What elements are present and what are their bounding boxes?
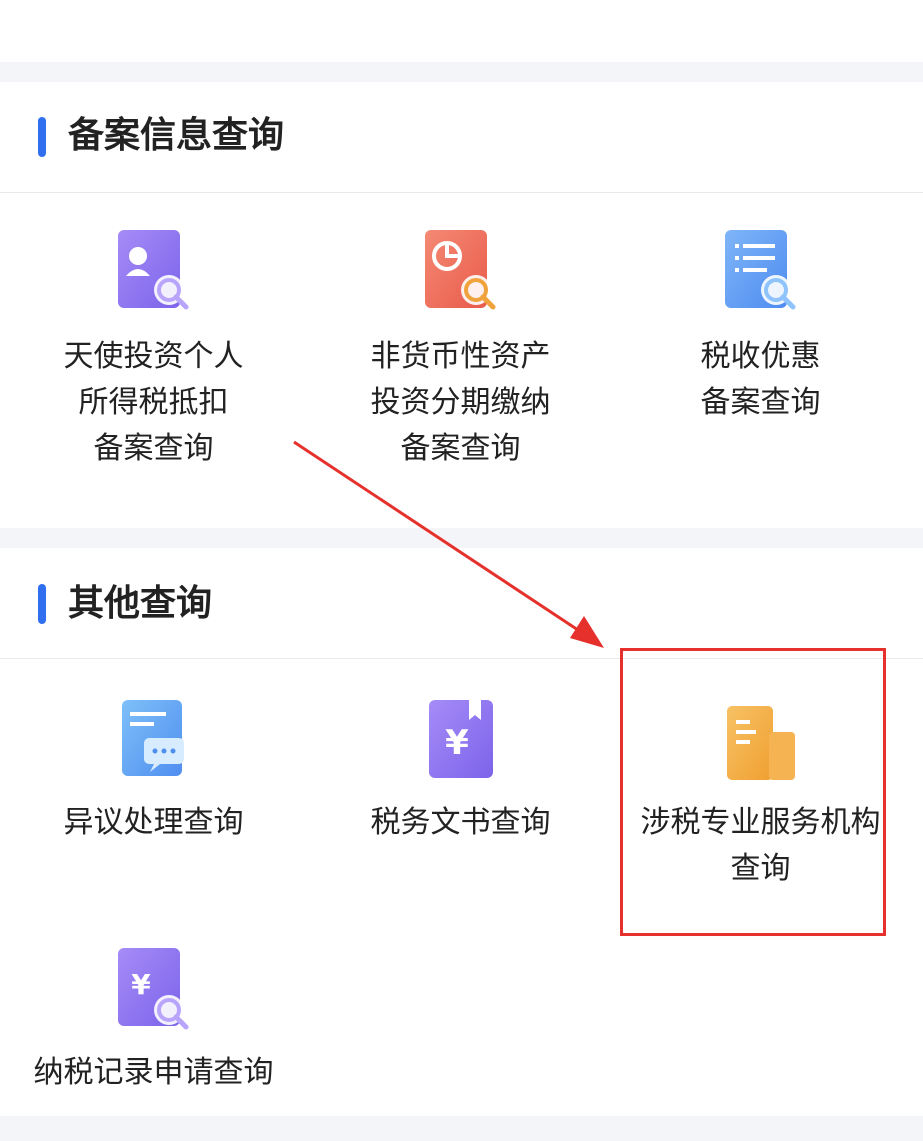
tile-label-line: 投资分期缴纳: [370, 385, 551, 420]
tile-tax-document-query[interactable]: ¥ 税务文书查询: [307, 698, 614, 858]
tile-label-line: 异议处理查询: [63, 805, 244, 840]
section-header: 其他查询: [0, 548, 923, 659]
tile-label: 异议处理查询: [0, 800, 307, 846]
tile-label: 涉税专业服务机构 查询: [607, 800, 914, 892]
tile-label-line: 涉税专业服务机构: [640, 805, 881, 840]
svg-text:¥: ¥: [445, 723, 469, 763]
tile-label: 天使投资个人 所得税抵扣 备案查询: [0, 334, 307, 472]
tile-label: 税务文书查询: [307, 800, 614, 846]
section-accent-bar: [38, 117, 46, 157]
tile-angel-investor-filing[interactable]: 天使投资个人 所得税抵扣 备案查询: [0, 228, 307, 508]
section-title: 其他查询: [68, 583, 213, 624]
section-header: 备案信息查询: [0, 82, 923, 193]
section-filing-query: 备案信息查询 天使投资个人 所得税抵扣 备案查询 非货币性资产 投资分期缴纳 备…: [0, 82, 923, 528]
tile-objection-query[interactable]: 异议处理查询: [0, 698, 307, 858]
tile-label-line: 税务文书查询: [370, 805, 551, 840]
tile-label-line: 税收优惠: [700, 339, 821, 374]
section-other-query: 其他查询 异议处理查询 ¥ 税务文书查询 涉税专业服务机构 查询 ¥ 纳税记录申…: [0, 548, 923, 1116]
svg-text:¥: ¥: [131, 968, 151, 1001]
tile-non-monetary-asset-filing[interactable]: 非货币性资产 投资分期缴纳 备案查询: [307, 228, 614, 508]
section-accent-bar: [38, 584, 46, 624]
pie-chart-search-icon: [421, 228, 501, 312]
tile-tax-service-agency-query[interactable]: 涉税专业服务机构 查询: [607, 698, 914, 898]
building-icon: [721, 702, 801, 782]
tile-label-line: 天使投资个人: [63, 339, 244, 374]
top-card: [0, 0, 923, 62]
angel-investor-search-icon: [114, 228, 194, 312]
yuan-bookmark-icon: ¥: [421, 698, 501, 782]
tile-label: 税收优惠 备案查询: [607, 334, 914, 426]
document-chat-icon: [114, 698, 194, 782]
tile-label-line: 所得税抵扣: [78, 385, 229, 420]
tile-label-line: 备案查询: [700, 385, 821, 420]
tile-label: 纳税记录申请查询: [0, 1050, 307, 1096]
tile-tax-preference-filing[interactable]: 税收优惠 备案查询: [607, 228, 914, 468]
tile-tax-record-request-query[interactable]: ¥ 纳税记录申请查询: [0, 946, 307, 1106]
tile-label-line: 备案查询: [400, 431, 521, 466]
tile-label-line: 纳税记录申请查询: [33, 1055, 274, 1090]
tile-label-line: 备案查询: [93, 431, 214, 466]
section-title: 备案信息查询: [68, 115, 285, 156]
tile-label-line: 非货币性资产: [370, 339, 551, 374]
yuan-search-icon: ¥: [114, 946, 194, 1032]
list-search-icon: [721, 228, 801, 312]
tile-label-line: 查询: [730, 851, 791, 886]
tile-label: 非货币性资产 投资分期缴纳 备案查询: [307, 334, 614, 472]
